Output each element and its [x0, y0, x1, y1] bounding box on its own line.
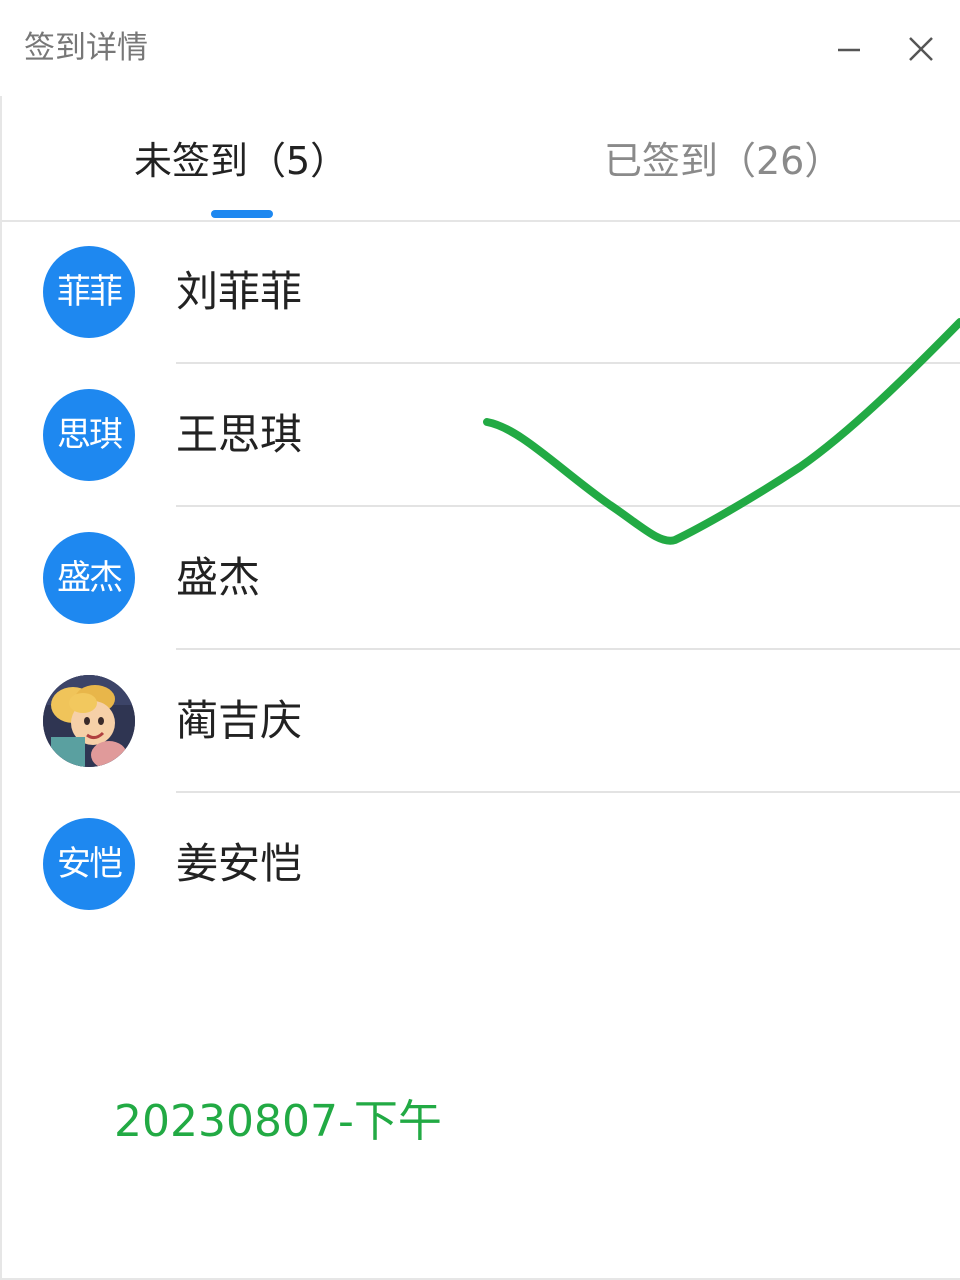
avatar: 安恺 [43, 818, 135, 910]
tab-bar: 未签到（5） 已签到（26） [2, 96, 960, 222]
list-item[interactable]: 思琪 王思琪 [2, 365, 960, 508]
avatar: 思琪 [43, 389, 135, 481]
list-item[interactable]: 安恺 姜安恺 [2, 794, 960, 937]
minimize-button[interactable] [826, 26, 870, 70]
list-item[interactable]: 菲菲 刘菲菲 [2, 222, 960, 365]
cartoon-portrait-image [43, 675, 135, 767]
minimize-icon [838, 48, 860, 52]
active-tab-indicator [211, 210, 273, 218]
photo-avatar [43, 675, 135, 767]
close-icon [909, 37, 933, 61]
annotation-date-text: 20230807-下午 [114, 1096, 442, 1147]
tab-not-signed-in[interactable]: 未签到（5） [134, 134, 348, 188]
attendee-name: 盛杰 [176, 553, 261, 602]
window-title: 签到详情 [24, 30, 148, 66]
attendee-name: 蔺吉庆 [176, 696, 303, 745]
title-bar: 签到详情 [0, 0, 960, 96]
row-divider [176, 791, 960, 793]
attendee-name: 王思琪 [176, 410, 303, 459]
attendee-name: 姜安恺 [176, 839, 303, 888]
close-button[interactable] [898, 26, 942, 70]
row-divider [176, 505, 960, 507]
avatar: 盛杰 [43, 532, 135, 624]
sign-in-details-window: 签到详情 未签到（5） 已签到（26） 菲菲 刘菲菲 思琪 王思琪 盛杰 盛杰 … [0, 0, 960, 1280]
avatar: 菲菲 [43, 246, 135, 338]
list-item[interactable]: 盛杰 盛杰 [2, 508, 960, 651]
row-divider [176, 362, 960, 364]
tab-signed-in[interactable]: 已签到（26） [604, 134, 842, 188]
list-item[interactable]: 蔺吉庆 [2, 651, 960, 794]
row-divider [176, 648, 960, 650]
attendee-name: 刘菲菲 [176, 267, 303, 316]
